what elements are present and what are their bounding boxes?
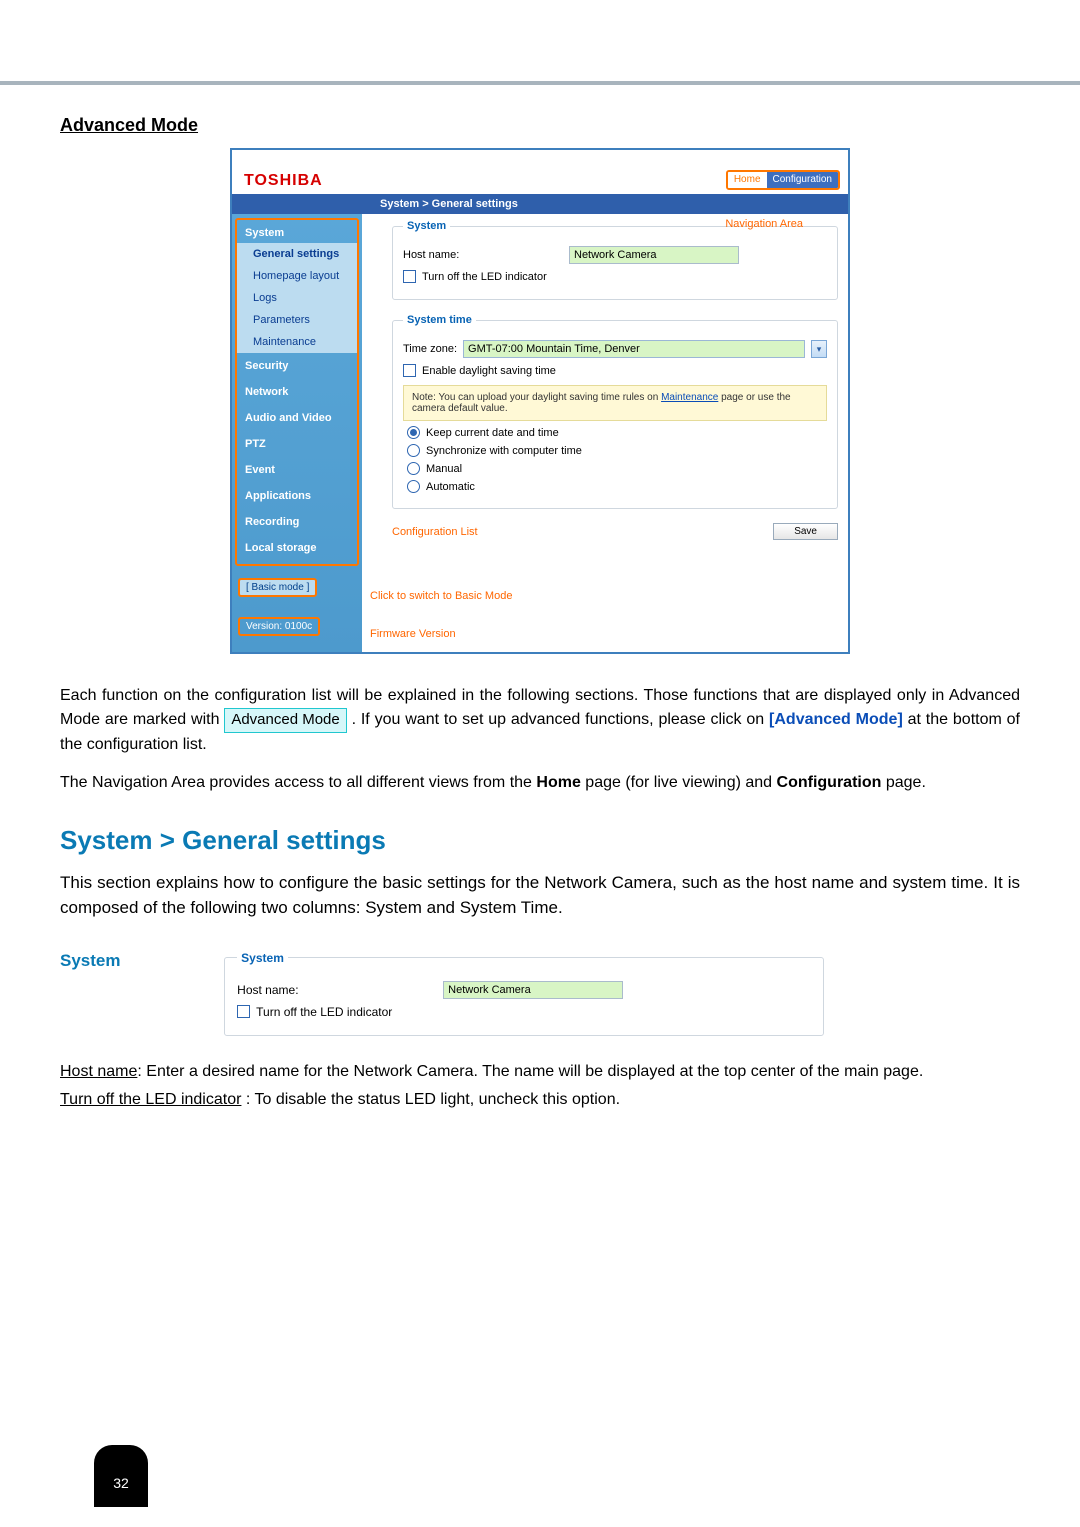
sidebar-group: System General settings Homepage layout … [235, 218, 359, 566]
sidebar-homepage-layout[interactable]: Homepage layout [237, 265, 357, 287]
system-subsection-label: System [60, 951, 220, 971]
sidebar-local-storage[interactable]: Local storage [237, 535, 357, 561]
navigation-area: Home Configuration [726, 170, 840, 190]
dst-note: Note: You can upload your daylight savin… [403, 385, 827, 421]
timezone-input[interactable] [463, 340, 805, 358]
sidebar-system[interactable]: System [237, 223, 357, 243]
snippet-host-label: Host name: [237, 983, 437, 997]
radio-keep-current[interactable] [407, 426, 420, 439]
host-name-input[interactable] [569, 246, 739, 264]
navigation-area-label: Navigation Area [725, 218, 803, 230]
led-description: Turn off the LED indicator : To disable … [60, 1088, 1020, 1112]
sidebar-parameters[interactable]: Parameters [237, 309, 357, 331]
sidebar-maintenance[interactable]: Maintenance [237, 331, 357, 353]
basic-mode-note: Click to switch to Basic Mode [370, 590, 838, 602]
configuration-list-label: Configuration List [392, 526, 478, 538]
radio-manual[interactable] [407, 462, 420, 475]
nav-configuration[interactable]: Configuration [767, 172, 838, 188]
radio-sync-computer[interactable] [407, 444, 420, 457]
timezone-dropdown-icon[interactable]: ▾ [811, 340, 827, 358]
breadcrumb: System > General settings [232, 194, 848, 214]
system-legend: System [403, 220, 450, 232]
config-panel: Navigation Area System Host name: Turn o… [362, 214, 848, 652]
radio-sync-computer-label: Synchronize with computer time [426, 445, 582, 457]
sidebar-network[interactable]: Network [237, 379, 357, 405]
radio-automatic-label: Automatic [426, 481, 475, 493]
firmware-version-label: Firmware Version [370, 628, 838, 640]
system-snippet-fieldset: System Host name: Turn off the LED indic… [224, 951, 824, 1036]
sidebar-security[interactable]: Security [237, 353, 357, 379]
system-fieldset: System Host name: Turn off the LED indic… [392, 220, 838, 300]
snippet-host-input[interactable] [443, 981, 623, 999]
led-checkbox-label: Turn off the LED indicator [422, 271, 547, 283]
maintenance-link[interactable]: Maintenance [661, 392, 718, 403]
paragraph-3: This section explains how to configure t… [60, 870, 1020, 921]
save-button[interactable]: Save [773, 523, 838, 540]
system-snippet-legend: System [237, 951, 288, 965]
led-checkbox[interactable] [403, 270, 416, 283]
dst-checkbox[interactable] [403, 364, 416, 377]
advanced-mode-pill: Advanced Mode [224, 708, 346, 733]
system-time-legend: System time [403, 314, 476, 326]
system-time-fieldset: System time Time zone: ▾ Enable daylight… [392, 314, 838, 509]
sidebar-general-settings[interactable]: General settings [237, 243, 357, 265]
sidebar-applications[interactable]: Applications [237, 483, 357, 509]
radio-keep-current-label: Keep current date and time [426, 427, 559, 439]
section-title: Advanced Mode [60, 115, 1020, 136]
radio-manual-label: Manual [426, 463, 462, 475]
host-name-description: Host name: Enter a desired name for the … [60, 1060, 1020, 1084]
snippet-led-checkbox[interactable] [237, 1005, 250, 1018]
host-name-label: Host name: [403, 249, 563, 261]
config-screenshot: TOSHIBA Home Configuration System > Gene… [230, 148, 850, 654]
paragraph-1: Each function on the configuration list … [60, 684, 1020, 757]
radio-automatic[interactable] [407, 480, 420, 493]
sidebar-ptz[interactable]: PTZ [237, 431, 357, 457]
paragraph-2: The Navigation Area provides access to a… [60, 771, 1020, 795]
sidebar-recording[interactable]: Recording [237, 509, 357, 535]
dst-label: Enable daylight saving time [422, 365, 556, 377]
sidebar-audio-video[interactable]: Audio and Video [237, 405, 357, 431]
nav-home[interactable]: Home [728, 172, 767, 188]
snippet-led-label: Turn off the LED indicator [256, 1005, 392, 1019]
brand-logo: TOSHIBA [244, 172, 323, 190]
sidebar-event[interactable]: Event [237, 457, 357, 483]
page-number: 32 [94, 1445, 148, 1507]
sidebar-logs[interactable]: Logs [237, 287, 357, 309]
basic-mode-button[interactable]: [ Basic mode ] [238, 578, 317, 597]
top-band [0, 0, 1080, 85]
timezone-label: Time zone: [403, 343, 457, 355]
advanced-mode-link-text: [Advanced Mode] [769, 711, 903, 728]
sidebar: System General settings Homepage layout … [232, 214, 362, 652]
firmware-version: Version: 0100c [238, 617, 320, 636]
system-general-heading: System > General settings [60, 825, 1020, 856]
